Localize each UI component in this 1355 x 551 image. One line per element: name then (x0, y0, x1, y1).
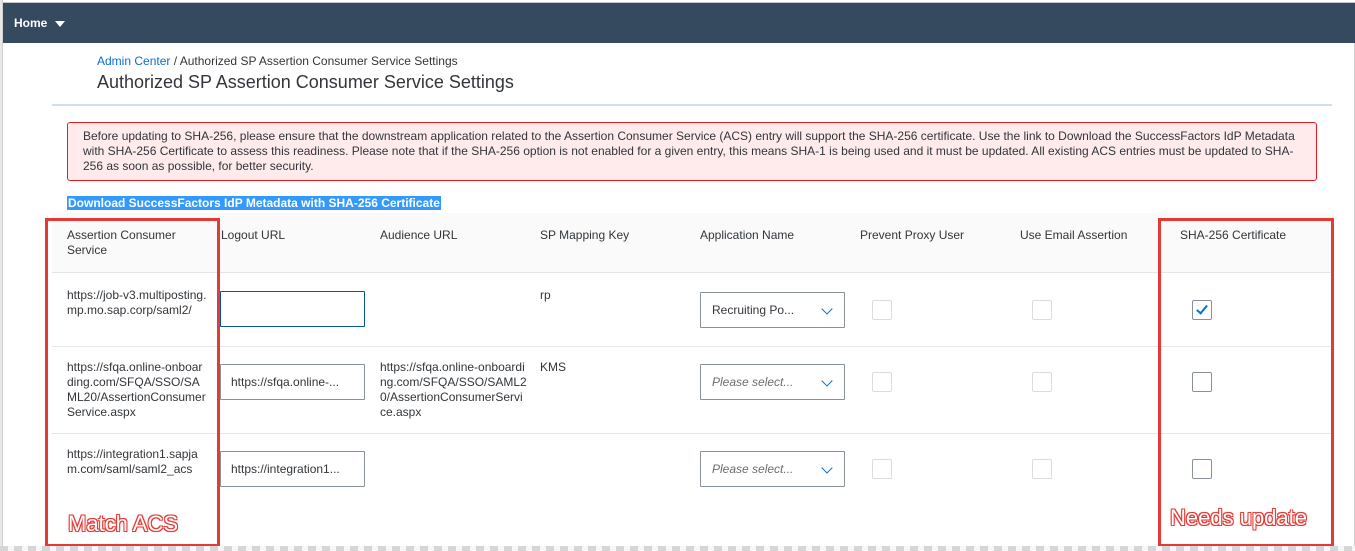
application-name-placeholder: Please select... (712, 375, 794, 389)
column-header-application-name: Application Name (700, 228, 795, 242)
prevent-proxy-user-checkbox[interactable] (872, 372, 892, 392)
alert-text: Before updating to SHA-256, please ensur… (83, 129, 1295, 173)
use-email-assertion-checkbox[interactable] (1032, 372, 1052, 392)
column-header-logout-url: Logout URL (221, 228, 286, 242)
top-navigation-bar: Home (3, 3, 1355, 43)
use-email-assertion-checkbox[interactable] (1032, 459, 1052, 479)
column-header-prevent-proxy-user: Prevent Proxy User (860, 228, 965, 242)
annotation-box-acs-column (45, 218, 220, 547)
annotation-label-match-acs: Match ACS (68, 511, 179, 536)
logout-url-input[interactable]: https://sfqa.online-... (220, 364, 365, 400)
home-menu[interactable]: Home (14, 16, 66, 30)
chevron-down-icon[interactable] (821, 462, 833, 474)
application-name-placeholder: Please select... (712, 462, 794, 476)
chevron-down-icon[interactable] (821, 303, 833, 315)
column-header-sp-mapping-key: SP Mapping Key (540, 228, 630, 242)
column-header-audience-url: Audience URL (380, 228, 458, 242)
home-menu-label: Home (14, 16, 48, 30)
application-name-value: Recruiting Po... (712, 303, 795, 317)
application-name-select[interactable]: Please select... (700, 451, 845, 487)
page-title: Authorized SP Assertion Consumer Service… (97, 72, 514, 92)
logout-url-input[interactable]: https://integration1... (220, 451, 365, 487)
sp-mapping-key-cell: rp (540, 288, 551, 302)
row-divider (52, 433, 1332, 434)
breadcrumb-separator: / (173, 54, 178, 68)
audience-url-cell: https://sfqa.online-onboarding.com/SFQA/… (380, 360, 527, 419)
download-metadata-link[interactable]: Download SuccessFactors IdP Metadata wit… (67, 196, 441, 210)
sha256-warning-alert: Before updating to SHA-256, please ensur… (67, 122, 1317, 181)
sp-mapping-key-cell: KMS (540, 360, 567, 374)
logout-url-input[interactable] (220, 291, 365, 327)
caret-down-icon[interactable] (55, 20, 66, 27)
application-name-select[interactable]: Recruiting Po... (700, 292, 845, 328)
application-name-select[interactable]: Please select... (700, 364, 845, 400)
column-header-use-email-assertion: Use Email Assertion (1020, 228, 1128, 242)
use-email-assertion-checkbox[interactable] (1032, 300, 1052, 320)
row-divider (52, 346, 1332, 347)
prevent-proxy-user-checkbox[interactable] (872, 300, 892, 320)
annotation-box-sha256-column (1158, 218, 1334, 547)
breadcrumb: Admin Center / Authorized SP Assertion C… (97, 54, 458, 68)
bottom-edge (0, 546, 1355, 551)
annotation-label-needs-update: Needs update (1170, 505, 1307, 530)
table-header-row (52, 213, 1332, 273)
chevron-down-icon[interactable] (821, 375, 833, 387)
title-divider (52, 104, 1332, 106)
prevent-proxy-user-checkbox[interactable] (872, 459, 892, 479)
breadcrumb-admin-center-link[interactable]: Admin Center (97, 54, 170, 68)
breadcrumb-current: Authorized SP Assertion Consumer Service… (179, 54, 458, 68)
